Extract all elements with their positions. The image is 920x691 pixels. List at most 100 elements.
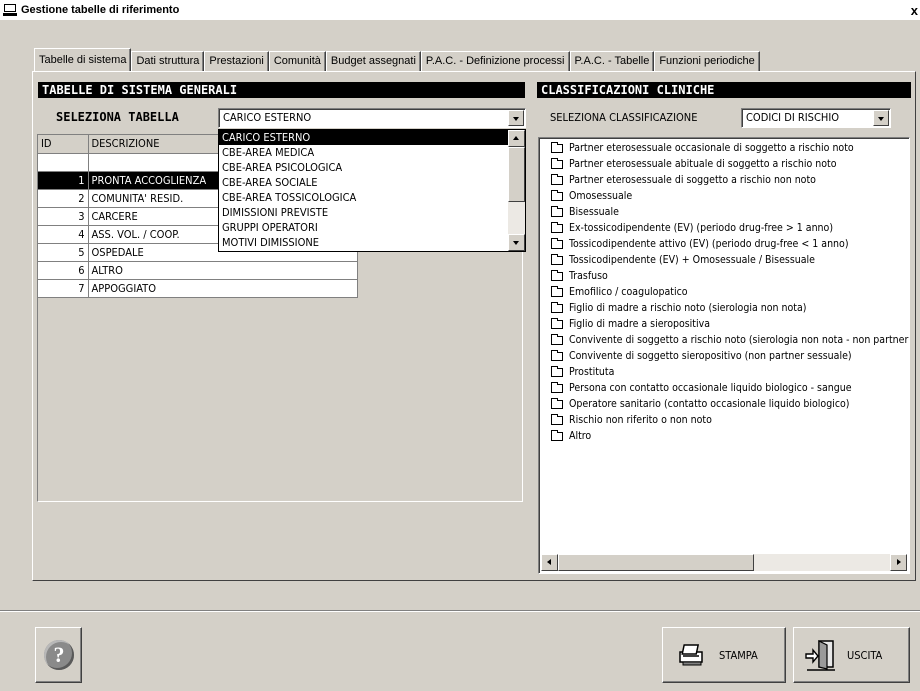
arrow-right-icon: [897, 559, 901, 565]
dropdown-option[interactable]: CBE-AREA SOCIALE: [219, 175, 508, 190]
tree-item[interactable]: Tossicodipendente attivo (EV) (periodo d…: [551, 236, 849, 252]
classification-tree[interactable]: Partner eterosessuale occasionale di sog…: [538, 137, 910, 574]
folder-icon: [551, 397, 563, 409]
scroll-left-button[interactable]: [541, 554, 558, 571]
folder-icon: [551, 333, 563, 345]
help-button[interactable]: ?: [35, 627, 82, 683]
tab-budget-assegnati[interactable]: Budget assegnati: [325, 51, 421, 71]
tree-item[interactable]: Tossicodipendente (EV) + Omosessuale / B…: [551, 252, 815, 268]
arrow-left-icon: [547, 559, 551, 565]
tree-item[interactable]: Omosessuale: [551, 188, 632, 204]
tree-item[interactable]: Partner eterosessuale di soggetto a risc…: [551, 172, 816, 188]
folder-icon: [551, 173, 563, 185]
cell-id[interactable]: 6: [38, 261, 89, 280]
tab-tabelle-di-sistema[interactable]: Tabelle di sistema: [34, 48, 132, 71]
dropdown-option[interactable]: CARICO ESTERNO: [219, 130, 508, 145]
dropdown-option[interactable]: DIMISSIONI PREVISTE: [219, 205, 508, 220]
tree-item-label: Persona con contatto occasionale liquido…: [569, 382, 852, 394]
tab-pac-definizione-processi[interactable]: P.A.C. - Definizione processi: [420, 51, 570, 71]
tree-item[interactable]: Figlio di madre a sieropositiva: [551, 316, 710, 332]
tree-item-label: Rischio non riferito o non noto: [569, 414, 712, 426]
tab-strip: Tabelle di sistema Dati struttura Presta…: [34, 48, 760, 72]
tree-item[interactable]: Rischio non riferito o non noto: [551, 412, 712, 428]
cell-id[interactable]: 3: [38, 207, 89, 226]
folder-icon: [551, 253, 563, 265]
tree-item[interactable]: Ex-tossicodipendente (EV) (periodo drug-…: [551, 220, 833, 236]
tree-item-label: Convivente di soggetto a rischio noto (s…: [569, 334, 910, 346]
tree-item-label: Ex-tossicodipendente (EV) (periodo drug-…: [569, 222, 834, 234]
tree-item[interactable]: Partner eterosessuale abituale di sogget…: [551, 156, 837, 172]
dropdown-option[interactable]: CBE-AREA MEDICA: [219, 145, 508, 160]
tree-item-label: Altro: [569, 430, 592, 442]
folder-icon: [551, 221, 563, 233]
table-row[interactable]: 6 ALTRO: [38, 261, 358, 280]
scroll-right-button[interactable]: [890, 554, 907, 571]
folder-icon: [551, 317, 563, 329]
tab-pac-tabelle[interactable]: P.A.C. - Tabelle: [569, 51, 655, 71]
tab-funzioni-periodiche[interactable]: Funzioni periodiche: [654, 51, 760, 71]
tree-item[interactable]: Operatore sanitario (contatto occasional…: [551, 396, 850, 412]
arrow-down-icon: [513, 241, 519, 245]
tree-item[interactable]: Emofilico / coagulopatico: [551, 284, 688, 300]
table-select-dropdown-button[interactable]: [508, 110, 524, 126]
tree-item[interactable]: Altro: [551, 428, 591, 444]
exit-button[interactable]: USCITA: [793, 627, 910, 683]
cell-id-empty[interactable]: [38, 153, 89, 172]
tree-item-label: Partner eterosessuale di soggetto a risc…: [569, 174, 816, 186]
select-classification-label: SELEZIONA CLASSIFICAZIONE: [550, 111, 698, 124]
tree-item[interactable]: Convivente di soggetto sieropositivo (no…: [551, 348, 852, 364]
cell-id[interactable]: 4: [38, 225, 89, 244]
folder-icon: [551, 301, 563, 313]
dropdown-option[interactable]: CBE-AREA TOSSICOLOGICA: [219, 190, 508, 205]
scroll-thumb[interactable]: [558, 554, 754, 571]
help-icon: ?: [44, 640, 74, 670]
tree-item-label: Figlio di madre a sieropositiva: [569, 318, 711, 330]
tree-item-label: Tossicodipendente (EV) + Omosessuale / B…: [569, 254, 815, 266]
folder-icon: [551, 189, 563, 201]
tree-item-label: Convivente di soggetto sieropositivo (no…: [569, 350, 852, 362]
tree-item[interactable]: Bisessuale: [551, 204, 619, 220]
cell-id[interactable]: 1: [38, 171, 89, 190]
classification-select[interactable]: CODICI DI RISCHIO: [741, 108, 891, 128]
folder-icon: [551, 157, 563, 169]
cell-id[interactable]: 7: [38, 279, 89, 298]
tree-item[interactable]: Convivente di soggetto a rischio noto (s…: [551, 332, 910, 348]
folder-icon: [551, 429, 563, 441]
scroll-down-button[interactable]: [508, 234, 525, 251]
printer-icon: [679, 644, 703, 666]
title-bar: Gestione tabelle di riferimento x: [0, 0, 920, 20]
tree-item-label: Trasfuso: [569, 270, 608, 282]
cell-id[interactable]: 5: [38, 243, 89, 262]
tab-dati-struttura[interactable]: Dati struttura: [131, 51, 205, 71]
table-row[interactable]: 7 APPOGGIATO: [38, 279, 358, 298]
tab-prestazioni[interactable]: Prestazioni: [204, 51, 269, 71]
table-select-value: CARICO ESTERNO: [223, 111, 312, 124]
column-header-id[interactable]: ID: [38, 135, 89, 154]
tree-item-label: Tossicodipendente attivo (EV) (periodo d…: [569, 238, 849, 250]
tree-item[interactable]: Persona con contatto occasionale liquido…: [551, 380, 852, 396]
scroll-thumb[interactable]: [508, 147, 525, 202]
tree-item[interactable]: Figlio di madre a rischio noto (sierolog…: [551, 300, 806, 316]
dropdown-option[interactable]: CBE-AREA PSICOLOGICA: [219, 160, 508, 175]
tab-comunita[interactable]: Comunità: [268, 51, 326, 71]
select-table-label: SELEZIONA TABELLA: [56, 110, 179, 124]
print-button[interactable]: STAMPA: [662, 627, 786, 683]
exit-button-label: USCITA: [847, 648, 883, 662]
folder-icon: [551, 349, 563, 361]
tree-item[interactable]: Prostituta: [551, 364, 614, 380]
dropdown-option[interactable]: MOTIVI DIMISSIONE: [219, 235, 508, 250]
print-button-label: STAMPA: [719, 648, 758, 662]
cell-desc[interactable]: ALTRO: [88, 261, 358, 280]
scroll-up-button[interactable]: [508, 130, 525, 147]
close-icon[interactable]: x: [911, 3, 918, 18]
dropdown-scrollbar[interactable]: [508, 130, 525, 251]
tree-item[interactable]: Partner eterosessuale occasionale di sog…: [551, 140, 854, 156]
table-select[interactable]: CARICO ESTERNO: [218, 108, 526, 128]
tree-item-label: Omosessuale: [569, 190, 633, 202]
dropdown-option[interactable]: GRUPPI OPERATORI: [219, 220, 508, 235]
tree-item[interactable]: Trasfuso: [551, 268, 608, 284]
cell-desc[interactable]: APPOGGIATO: [88, 279, 358, 298]
cell-id[interactable]: 2: [38, 189, 89, 208]
classification-dropdown-button[interactable]: [873, 110, 889, 126]
tree-horizontal-scrollbar[interactable]: [541, 554, 907, 571]
